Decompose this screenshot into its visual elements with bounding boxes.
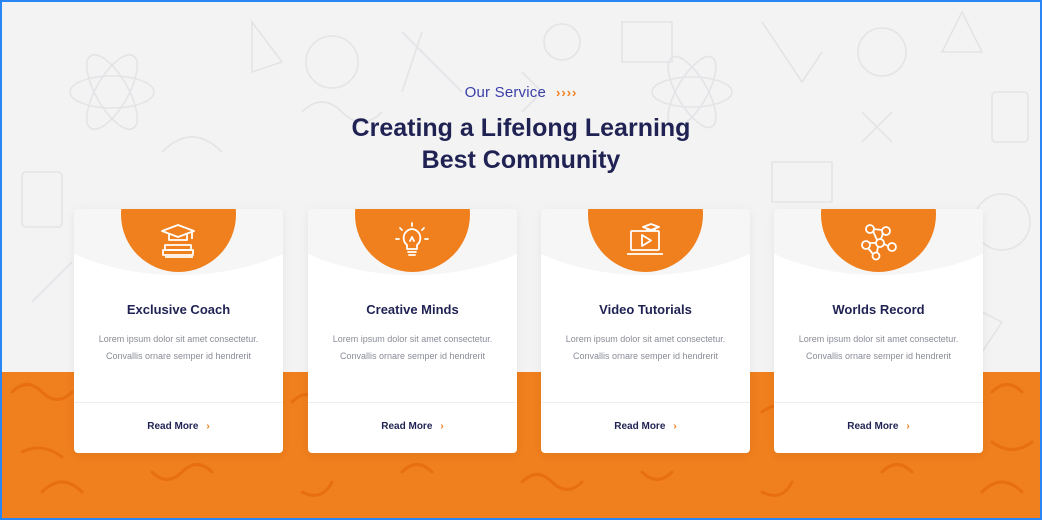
card-title: Exclusive Coach xyxy=(126,302,231,317)
lightbulb-icon xyxy=(390,221,434,261)
service-card-video-tutorials: Video Tutorials Lorem ipsum dolor sit am… xyxy=(541,209,750,453)
heading-line-1: Creating a Lifelong Learning xyxy=(351,114,691,142)
service-cards: Exclusive Coach Lorem ipsum dolor sit am… xyxy=(74,209,984,454)
chevron-right-icon: › xyxy=(906,421,910,432)
video-laptop-icon xyxy=(623,221,667,261)
chevron-right-icon: › xyxy=(440,421,444,432)
card-description: Lorem ipsum dolor sit amet consectetur. … xyxy=(565,334,726,361)
read-more-label: Read More xyxy=(614,421,666,432)
read-more-link[interactable]: Read More › xyxy=(541,421,750,432)
card-description: Lorem ipsum dolor sit amet consectetur. … xyxy=(98,334,259,361)
read-more-label: Read More xyxy=(847,421,899,432)
card-divider xyxy=(74,402,283,403)
graduation-cap-books-icon xyxy=(156,221,200,261)
card-title: Worlds Record xyxy=(832,302,925,317)
card-title: Creative Minds xyxy=(366,302,459,317)
service-section: Our Service ›››› Creating a Lifelong Lear… xyxy=(0,0,1042,520)
eyebrow-label: Our Service xyxy=(464,84,547,101)
service-card-creative-minds: Creative Minds Lorem ipsum dolor sit ame… xyxy=(308,209,517,453)
card-divider xyxy=(774,402,983,403)
read-more-link[interactable]: Read More › xyxy=(774,421,983,432)
card-divider xyxy=(541,402,750,403)
read-more-link[interactable]: Read More › xyxy=(308,421,517,432)
card-title: Video Tutorials xyxy=(599,302,692,317)
card-description: Lorem ipsum dolor sit amet consectetur. … xyxy=(798,334,959,361)
service-card-worlds-record: Worlds Record Lorem ipsum dolor sit amet… xyxy=(774,209,983,453)
chevron-right-icon: › xyxy=(206,421,210,432)
read-more-link[interactable]: Read More › xyxy=(74,421,283,432)
eyebrow-arrows-icon: ›››› xyxy=(556,85,578,100)
chevron-right-icon: › xyxy=(673,421,677,432)
card-divider xyxy=(308,402,517,403)
section-heading: Creating a Lifelong Learning Best Commun… xyxy=(2,112,1040,176)
section-eyebrow: Our Service ›››› xyxy=(2,84,1040,101)
read-more-label: Read More xyxy=(381,421,433,432)
network-nodes-icon xyxy=(856,221,900,261)
heading-line-2: Best Community xyxy=(421,146,621,174)
card-description: Lorem ipsum dolor sit amet consectetur. … xyxy=(332,334,493,361)
read-more-label: Read More xyxy=(147,421,199,432)
service-card-exclusive-coach: Exclusive Coach Lorem ipsum dolor sit am… xyxy=(74,209,283,453)
